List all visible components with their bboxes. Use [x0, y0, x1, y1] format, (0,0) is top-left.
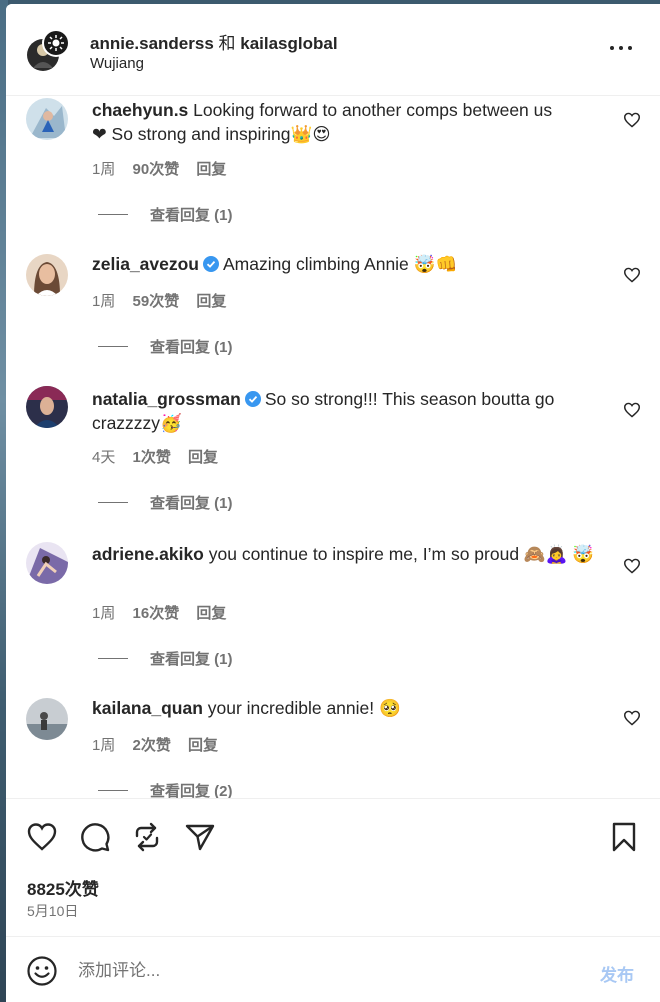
reply-button[interactable]: 回复 [196, 293, 226, 310]
comment-time[interactable]: 1周 [92, 605, 115, 622]
comment-body: Looking forward to another comps between… [193, 100, 553, 120]
comment-text: zelia_avezou Amazing climbing Annie 🤯👊 [92, 252, 602, 276]
reply-button[interactable]: 回复 [188, 449, 218, 466]
post-actions-bar: 8825次赞 5月10日 [6, 798, 660, 936]
heart-icon[interactable] [26, 821, 58, 853]
replies-divider-line [98, 346, 128, 347]
replies-divider-line [98, 502, 128, 503]
comment-username[interactable]: zelia_avezou [92, 254, 199, 274]
likes-count[interactable]: 8825次赞 [27, 875, 99, 900]
comment-time[interactable]: 4天 [92, 449, 115, 466]
comment-body-line2: ❤ So strong and inspiring👑😍 [92, 124, 331, 144]
comment-likes[interactable]: 1次赞 [133, 449, 171, 466]
collab-joiner: 和 [218, 34, 236, 53]
post-title: annie.sanderss 和 kailasglobal [90, 29, 338, 54]
comment-time[interactable]: 1周 [92, 293, 115, 310]
comment-input[interactable] [78, 955, 578, 987]
comment-likes[interactable]: 90次赞 [133, 161, 180, 178]
comment-meta: 1周 59次赞 回复 [92, 290, 239, 311]
repost-icon[interactable] [131, 821, 163, 853]
reply-button[interactable]: 回复 [196, 161, 226, 178]
comment-like-heart-icon[interactable] [623, 267, 641, 283]
comment-text: kailana_quan your incredible annie! 🥺 [92, 696, 602, 720]
post-header: annie.sanderss 和 kailasglobal Wujiang [6, 4, 660, 96]
comment-like-heart-icon[interactable] [623, 558, 641, 574]
author-username[interactable]: annie.sanderss [90, 34, 214, 53]
comment-body: your incredible annie! 🥺 [207, 698, 401, 718]
collaborator-username[interactable]: kailasglobal [240, 34, 337, 53]
post-location[interactable]: Wujiang [90, 55, 144, 72]
comment-body: Amazing climbing Annie 🤯👊 [223, 254, 458, 274]
comment-likes[interactable]: 59次赞 [133, 293, 180, 310]
comment-meta: 1周 90次赞 回复 [92, 158, 239, 179]
view-replies-label: 查看回复 (1) [150, 651, 233, 668]
view-replies-label: 查看回复 (1) [150, 339, 233, 356]
reply-button[interactable]: 回复 [196, 605, 226, 622]
comment-username[interactable]: adriene.akiko [92, 544, 204, 564]
more-options-icon[interactable] [606, 36, 636, 60]
post-comment-button[interactable]: 发布 [600, 961, 634, 986]
comment-text: adriene.akiko you continue to inspire me… [92, 542, 602, 566]
comment-composer: 发布 [6, 936, 660, 1002]
view-replies-button[interactable]: 查看回复 (1) [98, 336, 233, 357]
comment-username[interactable]: kailana_quan [92, 698, 203, 718]
bookmark-icon[interactable] [608, 821, 640, 853]
comment-meta: 4天 1次赞 回复 [92, 446, 231, 467]
collab-avatar[interactable] [26, 28, 72, 74]
view-replies-label: 查看回复 (1) [150, 207, 233, 224]
comment-time[interactable]: 1周 [92, 161, 115, 178]
comment-text: natalia_grossman So so strong!!! This sea… [92, 387, 602, 435]
reply-button[interactable]: 回复 [188, 737, 218, 754]
commenter-avatar[interactable] [26, 698, 68, 740]
verified-badge-icon [244, 391, 261, 407]
comment-like-heart-icon[interactable] [623, 402, 641, 418]
commenter-avatar[interactable] [26, 386, 68, 428]
comment-time[interactable]: 1周 [92, 737, 115, 754]
view-replies-label: 查看回复 (1) [150, 495, 233, 512]
view-replies-button[interactable]: 查看回复 (1) [98, 204, 233, 225]
paper-plane-icon[interactable] [184, 821, 216, 853]
comment-meta: 1周 2次赞 回复 [92, 734, 231, 755]
commenter-avatar[interactable] [26, 98, 68, 140]
verified-badge-icon [203, 256, 219, 272]
commenter-avatar[interactable] [26, 542, 68, 584]
comments-list[interactable]: chaehyun.s Looking forward to another co… [6, 96, 660, 802]
commenter-avatar[interactable] [26, 254, 68, 296]
post-date: 5月10日 [27, 903, 79, 919]
comment-bubble-icon[interactable] [79, 821, 111, 853]
comment-body: you continue to inspire me, I’m so proud… [208, 544, 595, 564]
comment-username[interactable]: chaehyun.s [92, 100, 188, 120]
replies-divider-line [98, 214, 128, 215]
comment-like-heart-icon[interactable] [623, 112, 641, 128]
comment-likes[interactable]: 2次赞 [133, 737, 171, 754]
comment-meta: 1周 16次赞 回复 [92, 602, 239, 623]
comment-like-heart-icon[interactable] [623, 710, 641, 726]
view-replies-button[interactable]: 查看回复 (1) [98, 492, 233, 513]
post-panel: annie.sanderss 和 kailasglobal Wujiang ch… [6, 4, 660, 1002]
comment-likes[interactable]: 16次赞 [133, 605, 180, 622]
comment-username[interactable]: natalia_grossman [92, 389, 241, 409]
replies-divider-line [98, 658, 128, 659]
smiley-icon[interactable] [26, 955, 58, 987]
view-replies-button[interactable]: 查看回复 (1) [98, 648, 233, 669]
replies-divider-line [98, 790, 128, 791]
comment-text: chaehyun.s Looking forward to another co… [92, 98, 602, 146]
